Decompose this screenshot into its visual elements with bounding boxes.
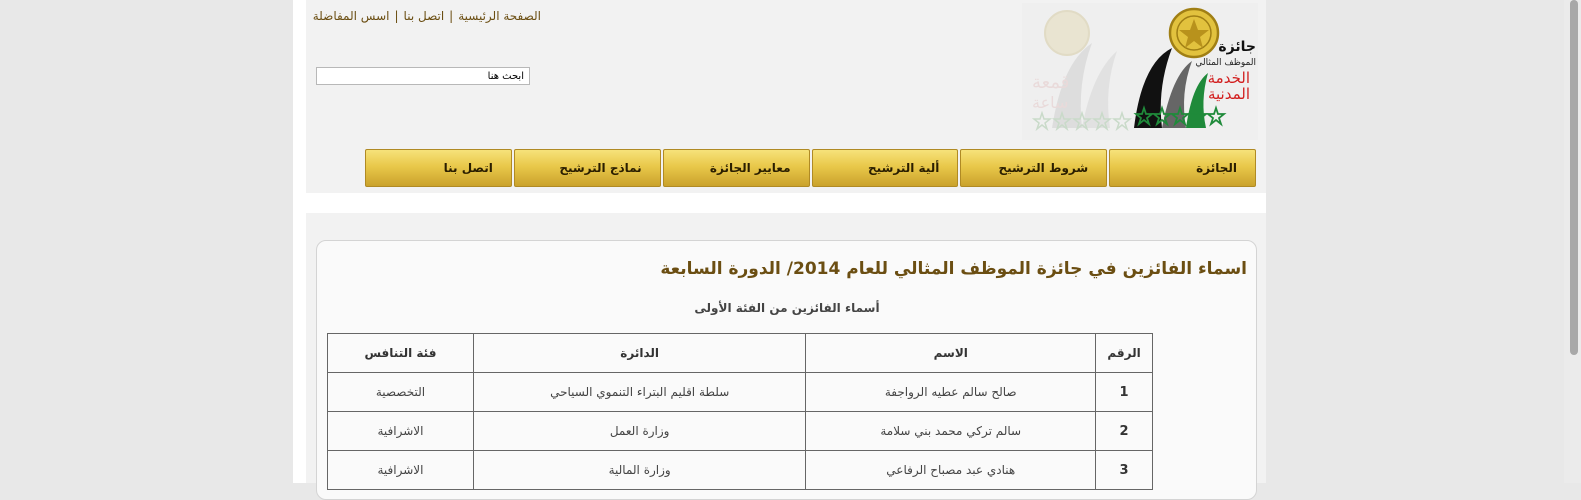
nav-contact[interactable]: اتصل بنا (365, 149, 512, 187)
nav-award[interactable]: الجائزة (1109, 149, 1256, 187)
table-row: 2 سالم تركي محمد بني سلامة وزارة العمل ا… (327, 411, 1153, 451)
cell-name: صالح سالم عطيه الرواجفة (805, 372, 1097, 412)
main-nav: الجائزة شروط الترشيح ألية الترشيح معايير… (363, 149, 1256, 187)
home-link[interactable]: الصفحة الرئيسية (458, 9, 541, 23)
cell-name: هنادي عبد مصباح الرفاعي (805, 450, 1097, 490)
table-row: 1 صالح سالم عطيه الرواجفة سلطة اقليم الب… (327, 372, 1153, 412)
nav-conditions[interactable]: شروط الترشيح (960, 149, 1108, 187)
svg-text:ساعة: ساعة (1032, 93, 1068, 112)
cell-department: وزارة المالية (472, 450, 807, 490)
logo-text-award: جائزة (1218, 39, 1256, 55)
header-category: فئة التنافس (327, 333, 474, 373)
cell-number: 3 (1095, 450, 1153, 490)
cell-department: وزارة العمل (472, 411, 807, 451)
nav-standards[interactable]: معايير الجائزة (662, 149, 810, 187)
cell-category: الاشرافية (327, 411, 474, 451)
header-name: الاسم (805, 333, 1097, 373)
header-number: الرقم (1095, 333, 1153, 373)
logo: قمعة ساعة جائزة الموظف المثالي الخدمة ال… (1022, 3, 1258, 140)
cell-department: سلطة اقليم البتراء التنموي السياحي (472, 372, 807, 412)
header-department: الدائرة (472, 333, 807, 373)
contact-link[interactable]: اتصل بنا (404, 9, 445, 23)
cell-number: 2 (1095, 411, 1153, 451)
table-header-row: الرقم الاسم الدائرة فئة التنافس (327, 333, 1153, 373)
cell-number: 1 (1095, 372, 1153, 412)
section-subtitle: أسماء الفائزين من الفئة الأولى (694, 301, 880, 315)
winners-table: الرقم الاسم الدائرة فئة التنافس 1 صالح س… (327, 333, 1153, 490)
nav-mechanism[interactable]: ألية الترشيح (811, 149, 959, 187)
scrollbar-thumb[interactable] (1570, 0, 1578, 355)
criteria-link[interactable]: اسس المفاضلة (313, 9, 390, 23)
cell-name: سالم تركي محمد بني سلامة (805, 411, 1097, 451)
svg-text:قمعة: قمعة (1032, 72, 1069, 93)
cell-category: الاشرافية (327, 450, 474, 490)
top-links: الصفحة الرئيسية | اتصل بنا | اسس المفاضلة (313, 9, 541, 23)
search-input[interactable] (316, 67, 530, 85)
nav-forms[interactable]: نماذج الترشيح (513, 149, 661, 187)
page-title: اسماء الفائزين في جائزة الموظف المثالي ل… (660, 259, 1247, 279)
table-row: 3 هنادي عبد مصباح الرفاعي وزارة المالية … (327, 450, 1153, 490)
link-separator: | (449, 9, 454, 23)
cell-category: التخصصية (327, 372, 474, 412)
link-separator: | (394, 9, 399, 23)
logo-text-civil: المدنية (1207, 85, 1250, 103)
logo-text-employee: الموظف المثالي (1195, 58, 1256, 68)
